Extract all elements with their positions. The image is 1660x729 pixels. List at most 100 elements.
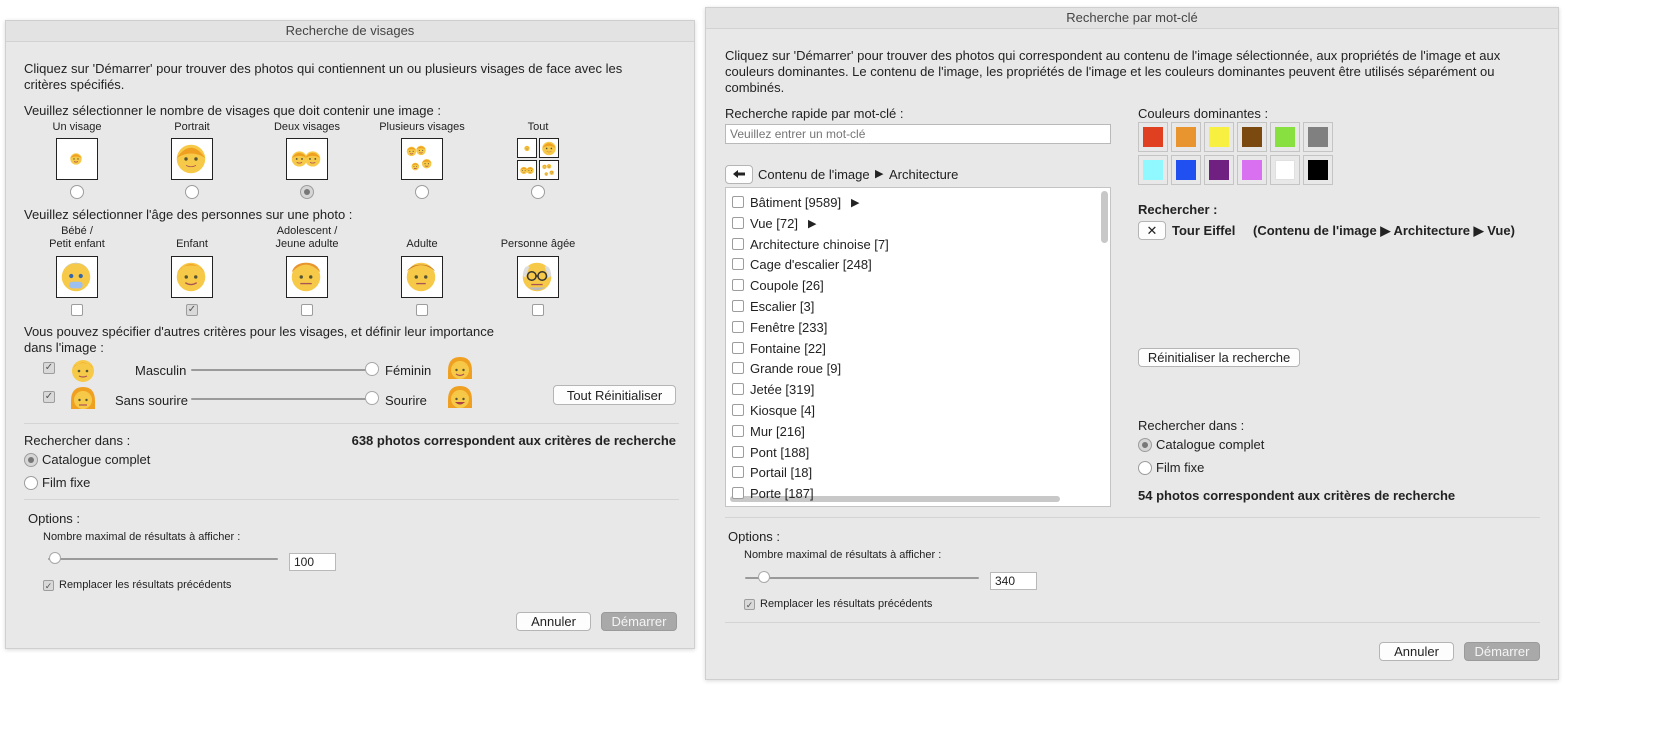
keyword-label: Architecture chinoise [7] <box>750 236 889 252</box>
adult-face-icon[interactable] <box>401 256 443 298</box>
all-faces-icon[interactable] <box>517 138 559 180</box>
keyword-list-item[interactable]: Fenêtre [233] <box>732 319 1092 339</box>
keyword-checkbox[interactable] <box>732 279 744 292</box>
keyword-checkbox[interactable] <box>732 341 744 354</box>
color-swatch[interactable] <box>1237 155 1267 185</box>
breadcrumb-root[interactable]: Contenu de l'image <box>758 167 870 182</box>
keyword-checkbox[interactable] <box>732 404 744 416</box>
one-face-icon[interactable] <box>56 138 98 180</box>
keyword-list-item[interactable]: Portail [18] <box>732 464 1092 484</box>
keyword-list-item[interactable]: Mur [216] <box>732 423 1092 443</box>
face-count-radio-several-faces[interactable] <box>415 185 429 199</box>
keyword-checkbox[interactable] <box>732 216 744 229</box>
max-results-input[interactable] <box>289 553 336 571</box>
keyword-list-item[interactable]: Pont [188] <box>732 444 1092 464</box>
keyword-list-item[interactable]: Porte [187] <box>732 485 1092 505</box>
keyword-checkbox[interactable] <box>732 383 744 396</box>
color-swatch[interactable] <box>1171 155 1201 185</box>
keyword-list-item[interactable]: Cage d'escalier [248] <box>732 256 1092 276</box>
age-checkbox-senior[interactable] <box>532 304 544 316</box>
reset-search-button[interactable]: Réinitialiser la recherche <box>1138 348 1300 367</box>
portrait-icon[interactable] <box>171 138 213 180</box>
max-results-slider-track[interactable] <box>745 577 979 579</box>
keyword-checkbox[interactable] <box>732 466 744 479</box>
replace-results-checkbox[interactable]: ✓ <box>43 580 54 591</box>
keyword-list-item[interactable]: Vue [72] ▶ <box>732 215 1092 235</box>
baby-face-icon[interactable] <box>56 256 98 298</box>
expand-arrow-icon[interactable]: ▶ <box>851 196 859 209</box>
scrollbar-vertical[interactable] <box>1101 191 1108 243</box>
gender-criterion-checkbox[interactable]: ✓ <box>43 362 55 374</box>
color-swatch[interactable] <box>1138 122 1168 152</box>
keyword-list-item[interactable]: Coupole [26] <box>732 277 1092 297</box>
cancel-button[interactable]: Annuler <box>1379 642 1454 661</box>
keyword-checkbox[interactable] <box>732 445 744 458</box>
color-swatch[interactable] <box>1270 122 1300 152</box>
smile-criterion-checkbox[interactable]: ✓ <box>43 391 55 403</box>
remove-search-term-button[interactable]: ✕ <box>1138 221 1166 240</box>
teen-face-icon[interactable] <box>286 256 328 298</box>
cancel-button[interactable]: Annuler <box>516 612 591 631</box>
search-in-filmstrip-radio[interactable] <box>1138 461 1152 475</box>
keyword-list-item[interactable]: Escalier [3] <box>732 298 1092 318</box>
face-count-radio-portrait[interactable] <box>185 185 199 199</box>
color-swatch[interactable] <box>1270 155 1300 185</box>
max-results-slider-knob[interactable] <box>48 552 61 564</box>
keyword-list-item[interactable]: Grande roue [9] <box>732 360 1092 380</box>
max-results-slider-track[interactable] <box>48 558 278 560</box>
start-button[interactable]: Démarrer <box>1464 642 1540 661</box>
age-checkbox-baby[interactable] <box>71 304 83 316</box>
replace-results-label: Remplacer les résultats précédents <box>760 598 933 610</box>
breadcrumb-current[interactable]: Architecture <box>889 167 958 182</box>
search-in-filmstrip-radio[interactable] <box>24 476 38 490</box>
several-faces-icon[interactable] <box>401 138 443 180</box>
child-face-icon[interactable] <box>171 256 213 298</box>
smile-slider-knob[interactable] <box>365 391 379 405</box>
max-results-slider-knob[interactable] <box>757 571 770 583</box>
keyword-list-item[interactable]: Fontaine [22] <box>732 340 1092 360</box>
search-in-full-catalog-radio[interactable] <box>1138 438 1152 452</box>
face-count-radio-two-faces[interactable] <box>300 185 314 199</box>
back-button[interactable] <box>725 165 753 184</box>
keyword-checkbox[interactable] <box>732 237 744 250</box>
color-swatch[interactable] <box>1303 155 1333 185</box>
neutral-face-icon <box>69 385 97 416</box>
search-in-full-catalog-label: Catalogue complet <box>42 452 151 467</box>
color-swatch[interactable] <box>1171 122 1201 152</box>
expand-arrow-icon[interactable]: ▶ <box>808 217 816 230</box>
senior-face-icon[interactable] <box>517 256 559 298</box>
keyword-list-item[interactable]: Architecture chinoise [7] <box>732 236 1092 256</box>
keyword-checkbox[interactable] <box>732 258 744 271</box>
search-in-full-catalog-radio[interactable] <box>24 453 38 467</box>
reset-all-button[interactable]: Tout Réinitialiser <box>553 385 676 405</box>
face-count-radio-one-face[interactable] <box>70 185 84 199</box>
max-results-input[interactable] <box>990 572 1037 590</box>
start-button[interactable]: Démarrer <box>601 612 677 631</box>
gender-slider-track[interactable] <box>191 369 369 371</box>
keyword-checkbox[interactable] <box>732 362 744 375</box>
age-checkbox-child[interactable]: ✓ <box>186 304 198 316</box>
keyword-checkbox[interactable] <box>732 300 744 312</box>
gender-slider-knob[interactable] <box>365 362 379 376</box>
smile-slider-track[interactable] <box>191 398 369 400</box>
age-checkbox-teen[interactable] <box>301 304 313 316</box>
color-swatch[interactable] <box>1303 122 1333 152</box>
keyword-checkbox[interactable] <box>732 320 744 333</box>
keyword-checkbox[interactable] <box>732 196 744 208</box>
keyword-checkbox[interactable] <box>732 424 744 437</box>
replace-results-checkbox[interactable]: ✓ <box>744 599 755 610</box>
keyword-list-item[interactable]: Bâtiment [9589] ▶ <box>732 194 1092 214</box>
keyword-list-item[interactable]: Kiosque [4] <box>732 402 1092 422</box>
face-count-radio-all[interactable] <box>531 185 545 199</box>
color-swatch[interactable] <box>1204 155 1234 185</box>
quick-search-input[interactable] <box>725 124 1111 144</box>
color-swatch[interactable] <box>1237 122 1267 152</box>
color-swatch[interactable] <box>1204 122 1234 152</box>
keyword-list-item[interactable]: Jetée [319] <box>732 381 1092 401</box>
two-faces-icon[interactable] <box>286 138 328 180</box>
age-checkbox-adult[interactable] <box>416 304 428 316</box>
keyword-checkbox[interactable] <box>732 487 744 500</box>
keyword-label: Escalier [3] <box>750 299 815 314</box>
keyword-list[interactable]: Bâtiment [9589] ▶ Vue [72] ▶ Architecture ch… <box>725 187 1111 507</box>
color-swatch[interactable] <box>1138 155 1168 185</box>
